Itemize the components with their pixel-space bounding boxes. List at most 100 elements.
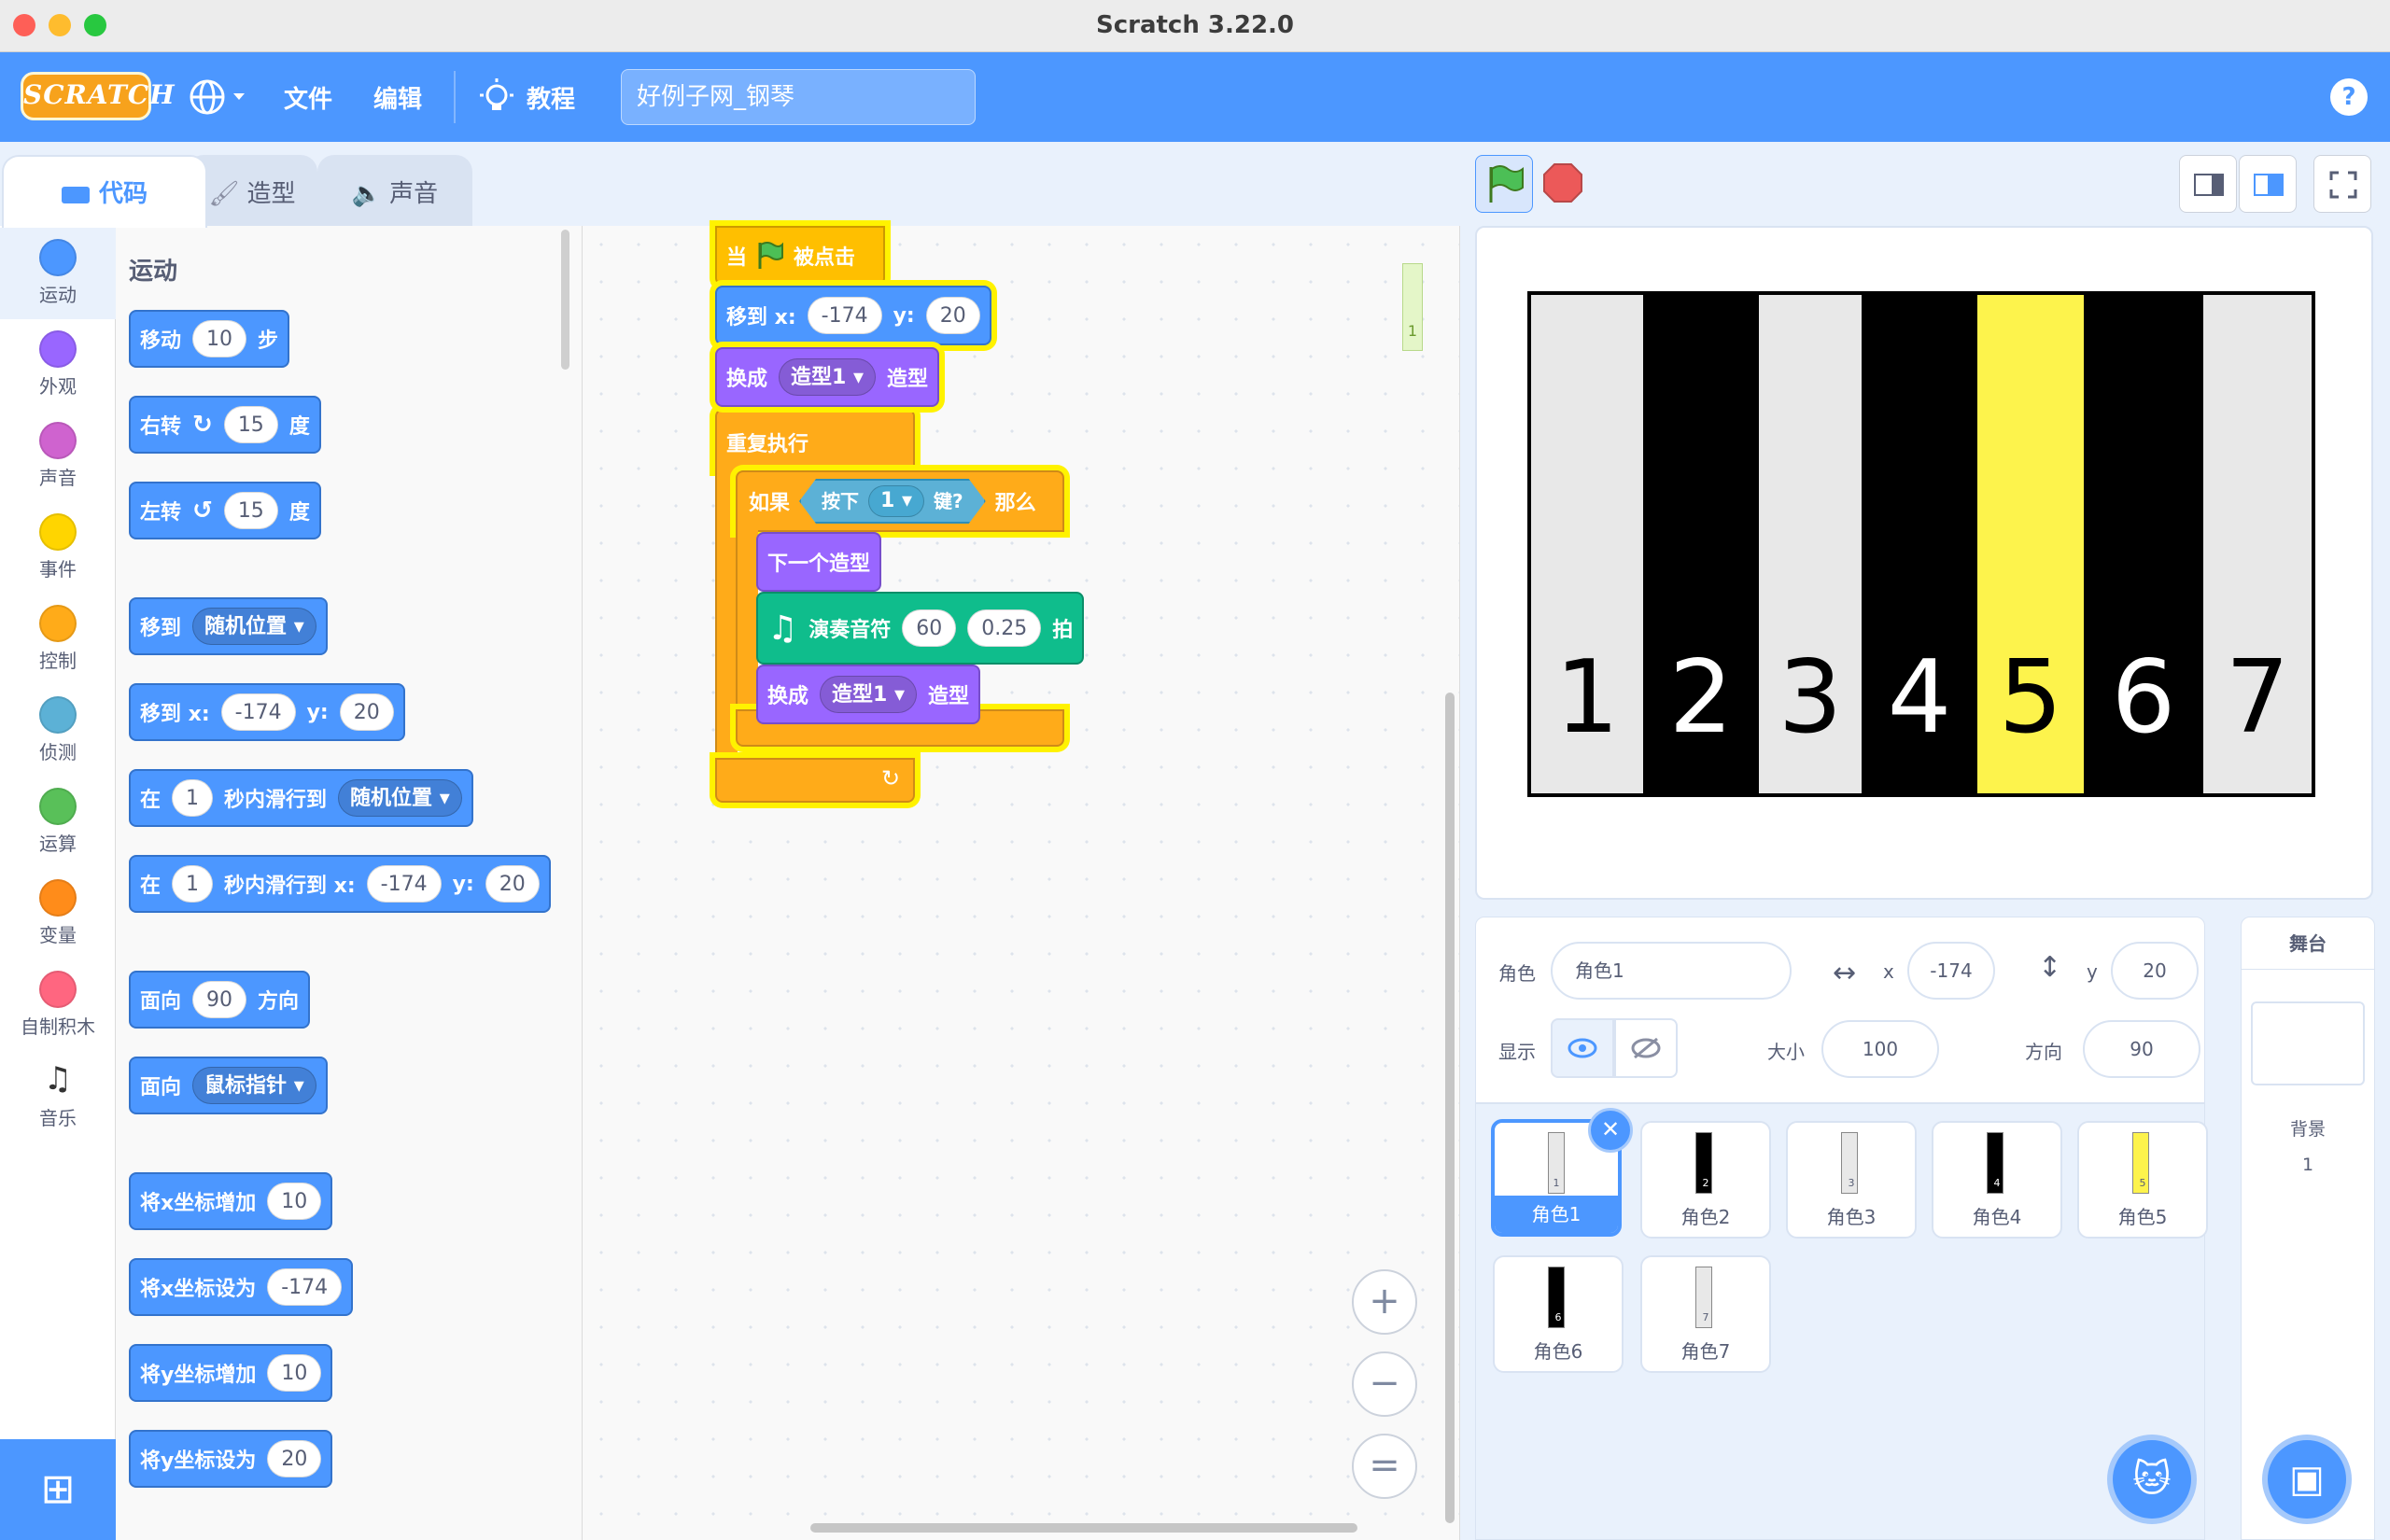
palette-scrollbar[interactable] [561,230,569,370]
category-motion[interactable]: 运动 [0,228,116,319]
set-y-block[interactable]: 将y坐标设为 20 [129,1430,333,1488]
language-menu[interactable] [187,75,252,119]
y-position-input[interactable]: 20 [2111,942,2199,1000]
x-input[interactable]: -174 [366,865,442,903]
category-events[interactable]: 事件 [0,502,116,594]
set-y-input[interactable]: 20 [267,1440,322,1477]
x-position-input[interactable]: -174 [1907,942,1995,1000]
change-x-input[interactable]: 10 [267,1183,322,1220]
costume-dropdown[interactable]: 造型1 ▾ [820,676,918,713]
turn-left-block[interactable]: 左转 ↺ 15 度 [129,482,321,539]
add-backdrop-button[interactable]: ▣ [2262,1435,2352,1524]
green-flag-button[interactable] [1475,155,1533,213]
small-stage-button[interactable] [2179,155,2237,213]
set-x-block[interactable]: 将x坐标设为 -174 [129,1258,354,1316]
goto-xy-script-block[interactable]: 移到 x: -174 y: 20 [715,286,991,345]
sprite-tile[interactable]: 7 角色7 [1640,1255,1771,1373]
glide-target-dropdown[interactable]: 随机位置 ▾ [338,779,462,817]
goto-xy-block[interactable]: 移到 x: -174 y: 20 [129,683,405,741]
sprite-name-input[interactable]: 角色1 [1551,942,1792,1000]
set-x-input[interactable]: -174 [267,1268,343,1306]
y-input[interactable]: 20 [925,297,980,334]
sprite-tile[interactable]: 4 角色4 [1932,1121,2062,1239]
block-palette: 运动 移动 10 步 右转 ↻ 15 度 左转 ↺ 15 度 移到 随机位置 ▾… [116,226,583,1540]
block-text: 将y坐标增加 [140,1364,257,1387]
script-workspace[interactable]: 1 重复执行 ↻ 如果 按下 1 ▾ 键? 那么 当 被点击 移到 x: -17… [583,226,1460,1540]
move-steps-block[interactable]: 移动 10 步 [129,310,290,368]
large-stage-button[interactable] [2239,155,2297,213]
degrees-input[interactable]: 15 [223,406,278,443]
direction-input[interactable]: 90 [2083,1020,2200,1078]
category-sound[interactable]: 声音 [0,411,116,502]
backdrop-thumbnail[interactable] [2251,1001,2365,1085]
stop-button[interactable] [1542,162,1583,203]
point-direction-block[interactable]: 面向 90 方向 [129,971,311,1029]
steps-input[interactable]: 10 [192,320,247,357]
file-menu[interactable]: 文件 [284,80,332,115]
block-text: 被点击 [794,246,856,270]
direction-input[interactable]: 90 [192,981,247,1018]
goto-target-dropdown[interactable]: 随机位置 ▾ [192,608,316,645]
category-operators[interactable]: 运算 [0,777,116,868]
sprite-tile[interactable]: 6 角色6 [1493,1255,1624,1373]
sprite-tile[interactable]: 3 角色3 [1786,1121,1917,1239]
change-x-block[interactable]: 将x坐标增加 10 [129,1172,333,1230]
next-costume-block[interactable]: 下一个造型 [756,532,882,592]
edit-menu[interactable]: 编辑 [373,80,422,115]
category-variables[interactable]: 变量 [0,868,116,959]
hide-sprite-button[interactable] [1614,1018,1678,1078]
when-flag-clicked-block[interactable]: 当 被点击 [715,226,885,286]
glide-xy-block[interactable]: 在 1 秒内滑行到 x: -174 y: 20 [129,855,551,913]
switch-costume-block[interactable]: 换成 造型1 ▾ 造型 [715,347,940,407]
zoom-out-button[interactable]: − [1352,1351,1417,1417]
show-sprite-button[interactable] [1551,1018,1614,1078]
scratch-logo[interactable]: SCRATCH [21,72,175,120]
point-towards-block[interactable]: 面向 鼠标指针 ▾ [129,1057,328,1114]
category-looks[interactable]: 外观 [0,319,116,411]
sprite-tile[interactable]: 5 角色5 [2077,1121,2208,1239]
goto-block[interactable]: 移到 随机位置 ▾ [129,597,328,655]
x-input[interactable]: -174 [807,297,882,334]
seconds-input[interactable]: 1 [172,779,214,817]
add-extension-button[interactable]: ⊞ [0,1439,116,1540]
category-my-blocks[interactable]: 自制积木 [0,959,116,1051]
degrees-input[interactable]: 15 [223,492,278,529]
zoom-reset-button[interactable]: = [1352,1434,1417,1499]
key-pressed-block[interactable]: 按下 1 ▾ 键? [799,479,986,524]
project-title-input[interactable]: 好例子网_钢琴 [621,69,976,125]
category-sensing[interactable]: 侦测 [0,685,116,777]
play-note-block[interactable]: ♫ 演奏音符 60 0.25 拍 [756,592,1085,665]
tab-code[interactable]: 代码 [2,155,207,228]
switch-costume-block[interactable]: 换成 造型1 ▾ 造型 [756,665,981,724]
turn-right-block[interactable]: 右转 ↻ 15 度 [129,396,321,454]
stage-target-panel[interactable]: 舞台 背景 1 ▣ [2241,917,2375,1540]
category-music[interactable]: ♫ 音乐 [0,1051,116,1142]
change-y-block[interactable]: 将y坐标增加 10 [129,1344,333,1402]
forever-block[interactable]: 重复执行 [715,409,915,470]
delete-sprite-button[interactable]: ✕ [1588,1108,1633,1153]
help-button[interactable]: ? [2330,78,2368,116]
workspace-horizontal-scrollbar[interactable] [810,1523,1357,1533]
add-sprite-button[interactable]: 🐱 [2107,1435,2197,1524]
workspace-vertical-scrollbar[interactable] [1445,693,1455,1523]
key-dropdown[interactable]: 1 ▾ [868,485,924,517]
x-input[interactable]: -174 [220,693,296,731]
note-input[interactable]: 60 [902,609,957,647]
costume-dropdown[interactable]: 造型1 ▾ [779,358,877,396]
zoom-in-button[interactable]: + [1352,1269,1417,1335]
category-control[interactable]: 控制 [0,594,116,685]
seconds-input[interactable]: 1 [172,865,214,903]
stage-canvas[interactable]: 1 2 3 4 5 6 7 [1475,226,2373,900]
change-y-input[interactable]: 10 [267,1354,322,1392]
if-block[interactable]: 如果 按下 1 ▾ 键? 那么 [736,470,1064,532]
y-input[interactable]: 20 [485,865,540,903]
y-input[interactable]: 20 [339,693,394,731]
tutorials-menu[interactable]: 教程 [478,77,590,118]
beats-input[interactable]: 0.25 [967,609,1042,647]
tab-sounds[interactable]: 🔈 声音 [317,155,472,228]
sprite-tile[interactable]: 2 角色2 [1640,1121,1771,1239]
towards-dropdown[interactable]: 鼠标指针 ▾ [192,1067,316,1104]
fullscreen-button[interactable] [2313,155,2371,213]
size-input[interactable]: 100 [1821,1020,1939,1078]
glide-block[interactable]: 在 1 秒内滑行到 随机位置 ▾ [129,769,473,827]
